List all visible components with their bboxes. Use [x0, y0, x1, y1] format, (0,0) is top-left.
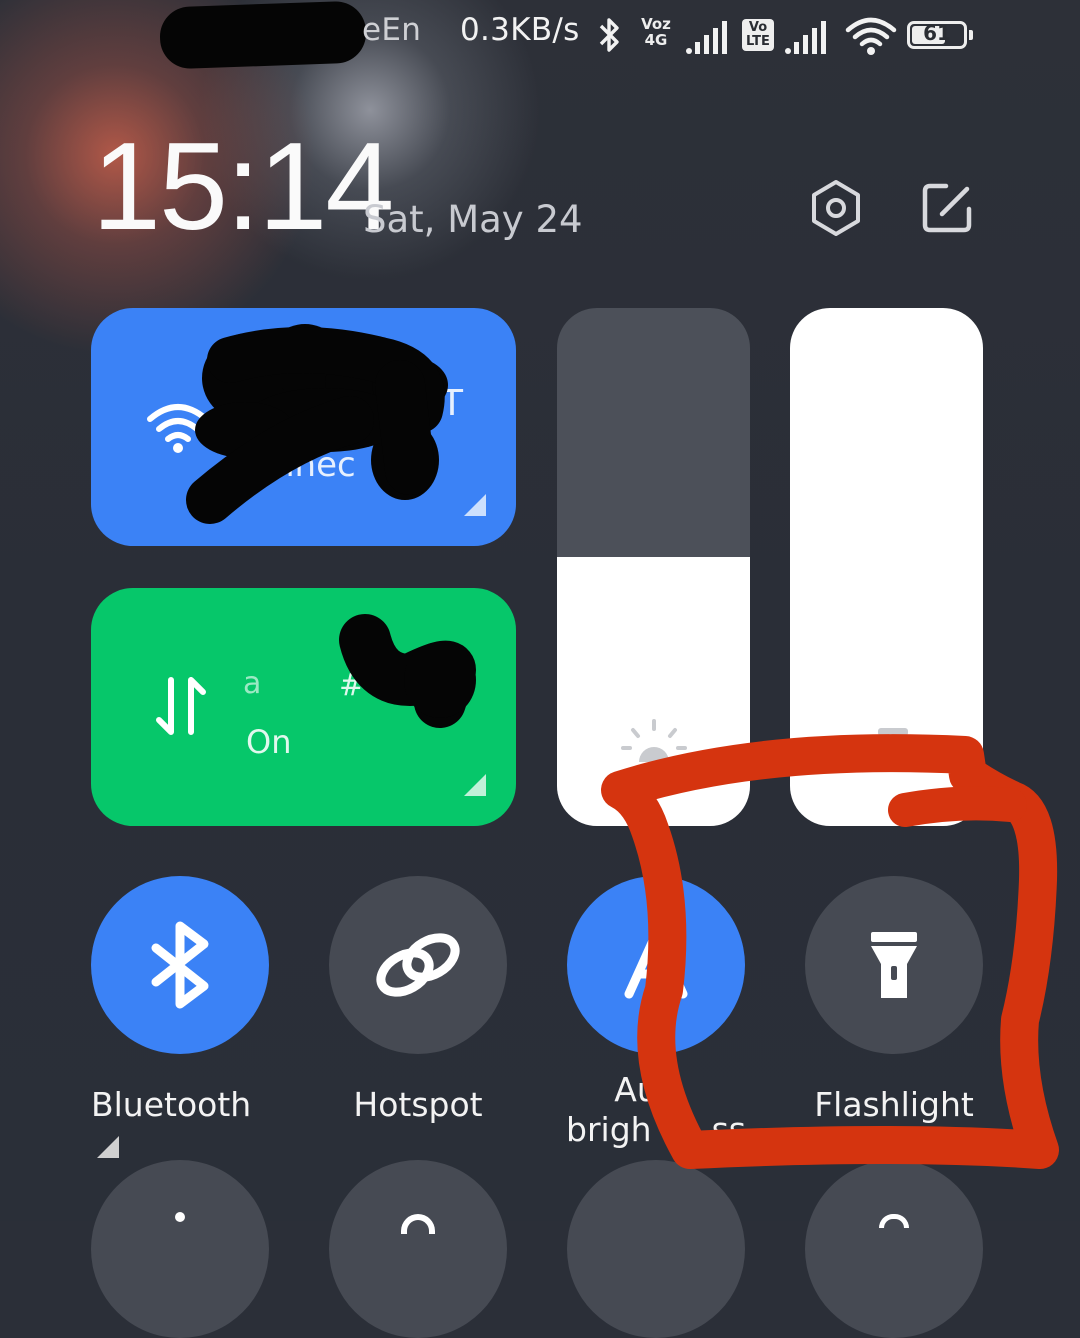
volume-slider[interactable] [790, 308, 983, 826]
status-bar: eEn 0.3KB/s Voz 4G Vo LTE 61 [0, 0, 1080, 70]
carrier-name: eEn [362, 12, 422, 48]
carrier-name-fragment: a [243, 666, 262, 701]
bluetooth-icon [151, 921, 209, 1009]
hotspot-label: Hotspot [353, 1085, 483, 1124]
edit-icon[interactable] [920, 180, 976, 236]
next-row-toggle-3[interactable] [567, 1160, 745, 1338]
volte-bottom-label: LTE [746, 34, 770, 49]
auto-brightness-label-part-a: brigh [566, 1110, 652, 1149]
auto-brightness-icon [624, 929, 688, 999]
volte-top-label: Vo [748, 20, 768, 35]
flashlight-icon [871, 932, 917, 998]
flashlight-toggle[interactable] [805, 876, 983, 1054]
brightness-slider-fill [557, 556, 750, 826]
volte-indicator: Vo LTE [742, 19, 774, 51]
signal-strength-icon-2 [785, 21, 826, 54]
mobile-number-fragment: # [339, 668, 365, 703]
brightness-icon [621, 719, 687, 762]
next-row-icon [401, 1214, 435, 1234]
battery-icon: 61 [907, 21, 973, 49]
next-row-toggle-4[interactable] [805, 1160, 983, 1338]
mobile-data-icon [156, 677, 206, 735]
expand-corner-icon [97, 1136, 119, 1158]
next-row-toggle-1[interactable] [91, 1160, 269, 1338]
wifi-icon [147, 404, 209, 453]
flashlight-label: Flashlight [814, 1085, 974, 1124]
redaction-mark [158, 0, 368, 70]
date-label: Sat, May 24 [363, 198, 583, 241]
bluetooth-toggle[interactable] [91, 876, 269, 1054]
settings-icon[interactable] [806, 178, 866, 238]
next-row-icon [879, 1214, 909, 1228]
expand-corner-icon [464, 774, 486, 796]
network-speed: 0.3KB/s [460, 12, 580, 48]
auto-brightness-label-line1: Au [614, 1070, 658, 1109]
wifi-network-name: T [441, 383, 463, 424]
hotspot-icon [376, 933, 460, 997]
expand-corner-icon [464, 494, 486, 516]
wifi-status-text: nnec [273, 445, 356, 485]
signal-strength-icon [686, 21, 727, 54]
battery-nub [969, 30, 973, 40]
mobile-data-status: On [246, 723, 292, 761]
voz-4g-indicator: Voz 4G [637, 16, 675, 48]
next-row-toggle-2[interactable] [329, 1160, 507, 1338]
auto-brightness-toggle[interactable] [567, 876, 745, 1054]
network-type-label: 4G [644, 31, 668, 49]
mobile-data-tile[interactable]: a # On [91, 588, 516, 826]
bluetooth-icon [599, 18, 619, 52]
control-center: eEn 0.3KB/s Voz 4G Vo LTE 61 15:14 Sat, … [0, 0, 1080, 1338]
clock-time: 15:14 [92, 118, 394, 256]
bluetooth-label: Bluetooth [91, 1085, 269, 1165]
auto-brightness-label-part-b: ss [711, 1110, 746, 1149]
auto-brightness-label-line2: brigh ss [547, 1110, 765, 1150]
brightness-slider[interactable] [557, 308, 750, 826]
battery-level: 61 [923, 21, 951, 45]
bluetooth-label-text: Bluetooth [91, 1085, 252, 1124]
wifi-status-icon [845, 17, 897, 55]
auto-brightness-label: Au brigh ss [547, 1070, 765, 1150]
voz-label: Voz [641, 15, 671, 33]
hotspot-toggle[interactable] [329, 876, 507, 1054]
volume-icon [878, 728, 908, 736]
wifi-tile[interactable]: T nnec [91, 308, 516, 546]
